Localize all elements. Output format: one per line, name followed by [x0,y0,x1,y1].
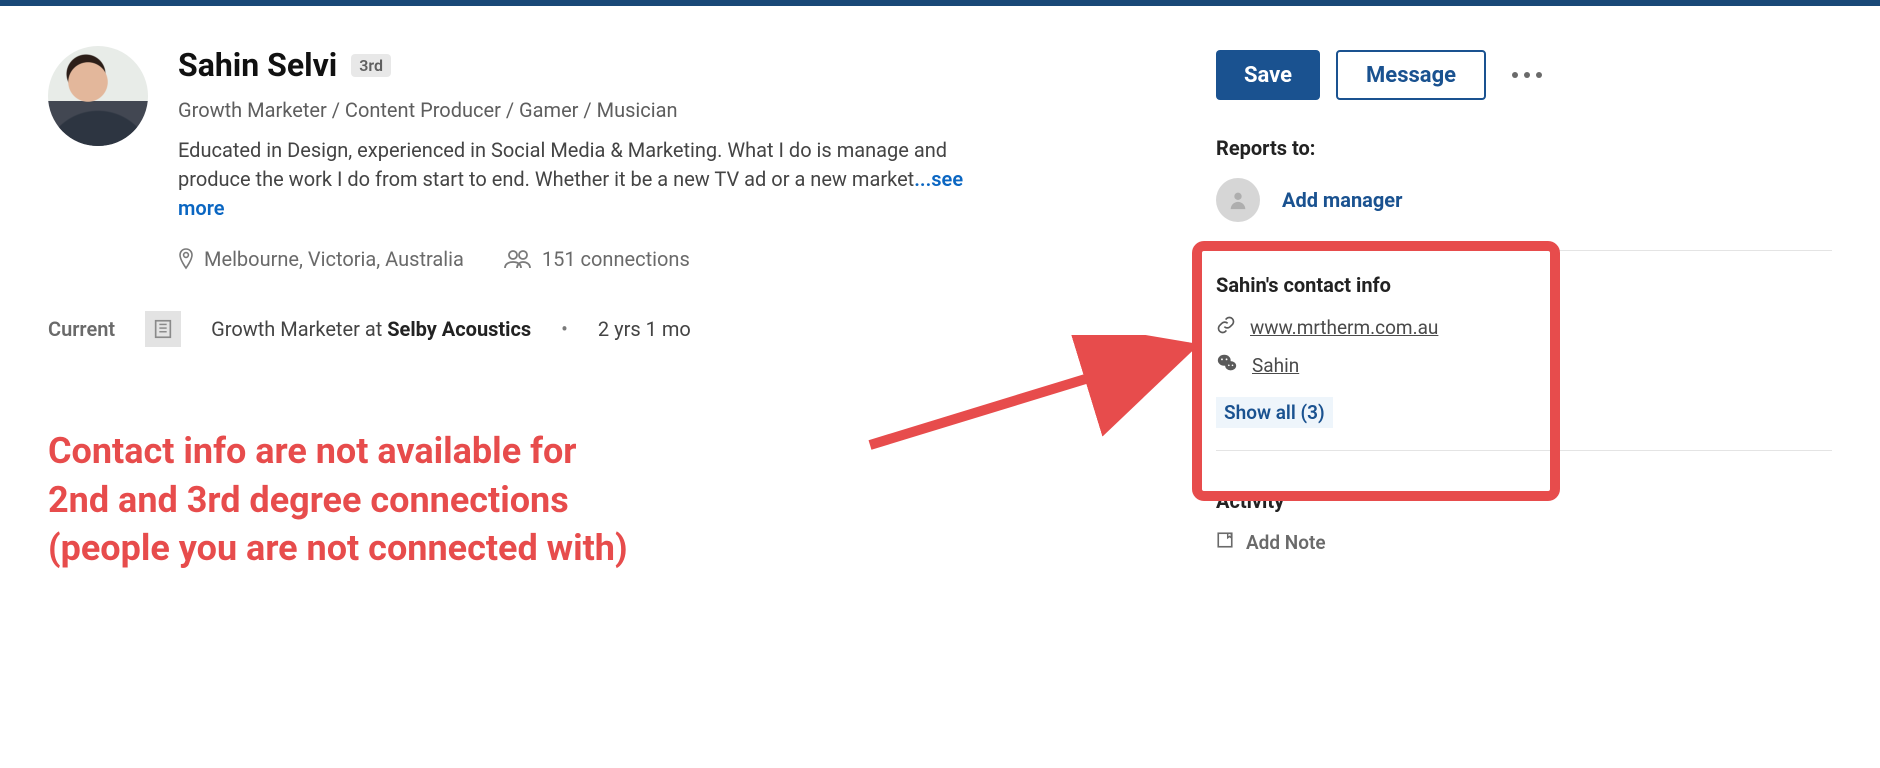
summary-line: produce the work I do from start to end.… [178,167,914,191]
profile-header: Sahin Selvi 3rd Growth Marketer / Conten… [48,46,1188,271]
contact-info-label: Sahin's contact info [1216,273,1832,297]
connections[interactable]: 151 connections [504,247,690,271]
summary-line: Educated in Design, experienced in Socia… [178,138,947,162]
meta-row: Melbourne, Victoria, Australia 151 conne… [178,247,998,271]
show-all-contact-link[interactable]: Show all (3) [1216,397,1333,428]
dot-icon [1524,72,1530,78]
profile-text: Sahin Selvi 3rd Growth Marketer / Conten… [178,46,998,271]
contact-info-panel: Sahin's contact info www.mrtherm.com.au … [1216,273,1832,451]
add-note-text: Add Note [1246,531,1326,554]
profile-summary: Educated in Design, experienced in Socia… [178,136,998,223]
current-company: Selby Acoustics [387,317,531,341]
contact-website[interactable]: www.mrtherm.com.au [1216,315,1832,340]
connections-icon [504,249,532,269]
separator-dot: • [561,317,568,341]
profile-headline: Growth Marketer / Content Producer / Gam… [178,98,998,122]
divider [1216,250,1832,251]
wechat-icon [1216,352,1238,379]
dot-icon [1536,72,1542,78]
profile-name: Sahin Selvi [178,46,337,84]
current-duration: 2 yrs 1 mo [598,317,691,341]
add-manager-link[interactable]: Add manager [1282,188,1402,212]
current-title: Growth Marketer at [211,317,387,341]
annotation-text: Contact info are not available for 2nd a… [48,427,848,573]
location-pin-icon [178,248,194,270]
connection-degree-badge: 3rd [351,54,391,77]
more-actions-button[interactable] [1502,62,1552,88]
avatar[interactable] [48,46,148,146]
profile-main: Sahin Selvi 3rd Growth Marketer / Conten… [48,46,1188,573]
save-button[interactable]: Save [1216,50,1320,100]
note-icon [1216,531,1234,554]
reports-to-label: Reports to: [1216,136,1832,160]
current-label: Current [48,317,115,341]
add-note-button[interactable]: Add Note [1216,531,1832,554]
profile-page: Sahin Selvi 3rd Growth Marketer / Conten… [0,6,1880,573]
divider [1216,450,1832,451]
add-manager-row[interactable]: Add manager [1216,178,1832,222]
reports-to-panel: Reports to: Add manager [1216,136,1832,251]
company-logo-icon[interactable] [145,311,181,347]
contact-wechat[interactable]: Sahin [1216,352,1832,379]
message-button[interactable]: Message [1336,50,1486,100]
current-position-row: Current Growth Marketer at Selby Acousti… [48,311,1188,347]
location-text: Melbourne, Victoria, Australia [204,247,464,271]
current-position-text: Growth Marketer at Selby Acoustics [211,317,531,341]
annotation-line: 2nd and 3rd degree connections [48,476,848,525]
contact-website-link[interactable]: www.mrtherm.com.au [1250,316,1438,339]
manager-avatar-placeholder-icon [1216,178,1260,222]
contact-wechat-link[interactable]: Sahin [1252,354,1299,377]
dot-icon [1512,72,1518,78]
profile-sidebar: Save Message Reports to: Add manager Sah… [1188,46,1832,573]
location: Melbourne, Victoria, Australia [178,247,464,271]
connections-text: 151 connections [542,247,690,271]
activity-label: Activity [1216,489,1832,513]
action-row: Save Message [1216,50,1832,100]
annotation-line: Contact info are not available for [48,427,848,476]
link-icon [1216,315,1236,340]
annotation-line: (people you are not connected with) [48,524,848,573]
name-row: Sahin Selvi 3rd [178,46,998,84]
